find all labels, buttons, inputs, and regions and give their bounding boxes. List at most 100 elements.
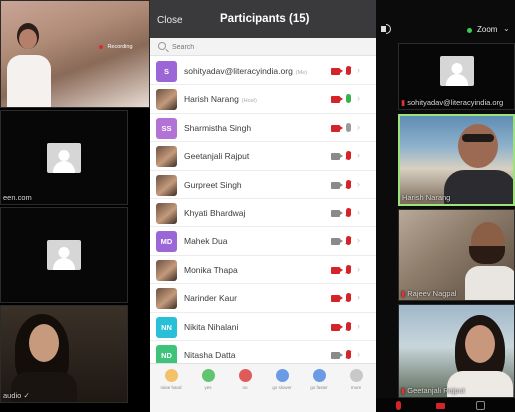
video-on-icon[interactable] <box>331 238 343 246</box>
reaction-button[interactable]: more <box>339 369 373 390</box>
video-on-icon[interactable] <box>331 209 343 217</box>
speaker-icon[interactable] <box>381 24 391 34</box>
video-on-icon[interactable] <box>331 153 343 161</box>
participant-row[interactable]: Narinder Kaur › <box>150 284 376 313</box>
chevron-right-icon[interactable]: › <box>357 122 360 132</box>
participant-row[interactable]: SS Sharmistha Singh › <box>150 113 376 143</box>
participant-list: Ssohityadav@literacyindia.org (Me) › Harish… <box>150 57 376 370</box>
participant-row[interactable]: MD Mahek Dua › <box>150 227 376 256</box>
participant-photo <box>156 89 177 111</box>
video-tile-4[interactable]: audio ✓ <box>0 305 128 403</box>
reaction-button[interactable]: raise hand <box>154 369 188 390</box>
close-button[interactable]: Close <box>157 15 183 26</box>
reaction-label: go faster <box>310 385 328 390</box>
chevron-right-icon[interactable]: › <box>357 349 360 359</box>
chevron-right-icon[interactable]: › <box>357 321 360 331</box>
video-tile-2[interactable]: een.com <box>0 110 128 205</box>
video-tile-7[interactable]: ▮ Geetanjali Rajput <box>398 304 515 398</box>
mic-muted-icon[interactable] <box>346 179 351 189</box>
meeting-toolbar: Zoom ⌄ <box>376 18 515 42</box>
participant-row[interactable]: Geetanjali Rajput › <box>150 142 376 171</box>
recording-indicator: Recording <box>99 38 133 56</box>
mic-icon[interactable] <box>346 122 351 132</box>
default-avatar-icon <box>439 56 474 87</box>
video-off-icon[interactable] <box>331 295 343 303</box>
participant-name-text: Nikita Nihalani <box>184 321 239 332</box>
chevron-right-icon[interactable]: › <box>357 179 360 189</box>
participant-name: Mahek Dua <box>184 236 227 246</box>
mic-muted-icon[interactable] <box>346 349 351 359</box>
mic-muted-icon[interactable] <box>346 236 351 246</box>
video-off-icon[interactable] <box>436 403 445 409</box>
participant-name: Khyati Bhardwaj <box>184 208 245 218</box>
reaction-button[interactable]: no <box>228 369 262 390</box>
video-on-icon[interactable] <box>331 351 343 359</box>
participant-row[interactable]: Ssohityadav@literacyindia.org (Me) › <box>150 57 376 86</box>
video-off-icon[interactable] <box>331 266 343 274</box>
participant-name-text: Khyati Bhardwaj <box>184 207 246 218</box>
video-tile-self[interactable]: ▮ sohityadav@literacyindia.org <box>398 43 515 110</box>
tile-name-text: sohityadav@literacyindia.org <box>407 98 504 107</box>
video-on-icon[interactable] <box>331 181 343 189</box>
participant-silhouette <box>11 314 81 402</box>
participant-photo <box>156 259 177 281</box>
reaction-button[interactable]: yes <box>191 369 225 390</box>
tile-name: ▮ sohityadav@literacyindia.org <box>401 98 503 107</box>
participant-row[interactable]: Gurpreet Singh › <box>150 170 376 199</box>
tile-name-text: Geetanjali Rajput <box>407 386 465 395</box>
chevron-right-icon[interactable]: › <box>357 65 360 75</box>
video-off-icon[interactable] <box>331 323 343 331</box>
chevron-down-icon[interactable]: ⌄ <box>503 24 510 33</box>
tile-name: Harish Narang <box>402 193 451 202</box>
chevron-right-icon[interactable]: › <box>357 292 360 302</box>
chevron-right-icon[interactable]: › <box>357 150 360 160</box>
chevron-right-icon[interactable]: › <box>357 93 360 103</box>
participant-row[interactable]: Harish Narang (Host) › <box>150 85 376 114</box>
participant-name: Geetanjali Rajput <box>184 151 249 161</box>
mic-icon[interactable] <box>346 94 351 104</box>
video-tile-active-speaker[interactable]: Harish Narang <box>398 114 515 206</box>
video-off-icon[interactable] <box>331 124 343 132</box>
reaction-button[interactable]: go slower <box>265 369 299 390</box>
reactions-bar: raise hand yes no go slower go faster more <box>150 363 376 412</box>
panel-title: Participants (15) <box>220 13 310 25</box>
reaction-button[interactable]: go faster <box>302 369 336 390</box>
search-bar[interactable] <box>150 38 376 56</box>
participant-name: Nikita Nihalani <box>184 322 238 332</box>
search-input[interactable] <box>172 41 362 53</box>
video-off-icon[interactable] <box>331 68 343 75</box>
check-icon: ✓ <box>23 391 30 400</box>
chevron-right-icon[interactable]: › <box>357 207 360 217</box>
mic-muted-icon[interactable] <box>346 207 351 217</box>
participant-initials-avatar: NN <box>156 316 177 338</box>
mic-muted-icon[interactable] <box>346 321 351 331</box>
participant-photo <box>156 288 177 310</box>
participant-row[interactable]: NN Nikita Nihalani › <box>150 312 376 341</box>
video-off-icon[interactable] <box>331 96 343 104</box>
participant-name-text: Nitasha Datta <box>184 349 236 360</box>
participant-name: Harish Narang (Host) <box>184 94 257 104</box>
video-tile-6[interactable]: ▮ Rajeev Nagpal <box>398 209 515 301</box>
mic-muted-icon[interactable] <box>346 293 351 303</box>
reaction-label: go slower <box>272 385 292 390</box>
participant-photo <box>156 174 177 196</box>
participant-row[interactable]: Khyati Bhardwaj › <box>150 198 376 228</box>
video-tile-3[interactable] <box>0 207 128 303</box>
mic-muted-icon[interactable] <box>346 151 351 161</box>
right-video-column: Zoom ⌄ ▮ sohityadav@literacyindia.org Ha… <box>376 0 515 412</box>
video-tile-presenter[interactable]: Recording <box>0 0 150 108</box>
participant-initials-avatar: S <box>156 61 177 82</box>
chevron-right-icon[interactable]: › <box>357 264 360 274</box>
mic-muted-icon[interactable] <box>346 66 351 75</box>
reaction-icon <box>238 369 252 382</box>
participant-name-text: sohityadav@literacyindia.org <box>184 66 293 76</box>
mic-muted-icon[interactable] <box>396 401 401 410</box>
presenter-silhouette <box>7 23 53 107</box>
mic-muted-icon[interactable] <box>346 264 351 274</box>
share-icon[interactable] <box>476 401 485 410</box>
participant-row[interactable]: Monika Thapa › <box>150 255 376 285</box>
meeting-controls-bar <box>376 398 515 412</box>
zoom-label[interactable]: Zoom <box>477 25 497 34</box>
chevron-right-icon[interactable]: › <box>357 235 360 245</box>
recording-dot-icon <box>99 44 103 49</box>
